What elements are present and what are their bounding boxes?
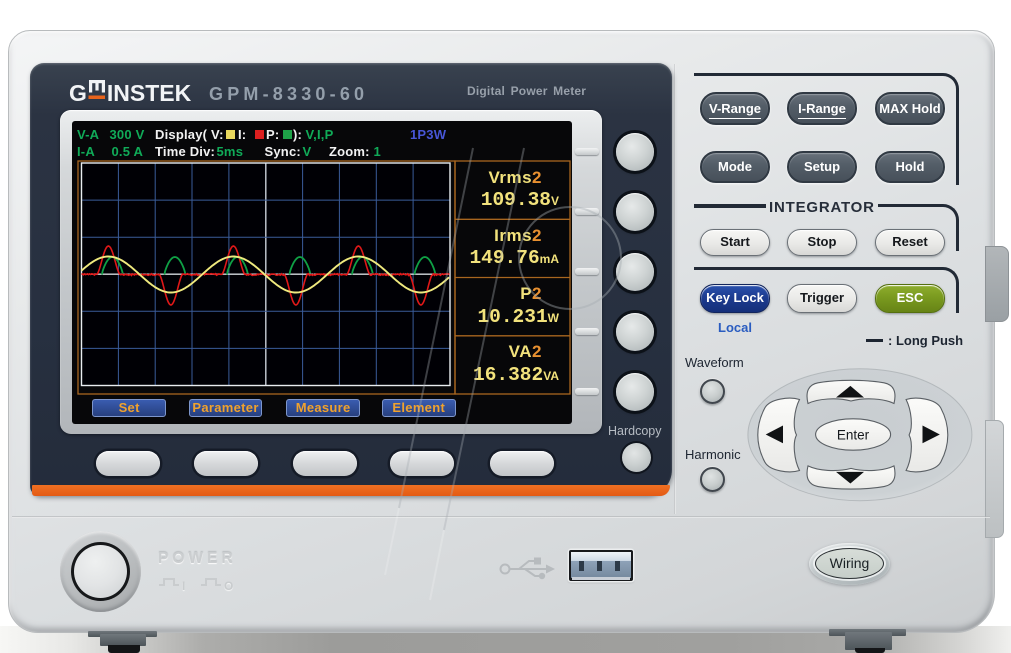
svg-text:Enter: Enter xyxy=(837,428,870,443)
